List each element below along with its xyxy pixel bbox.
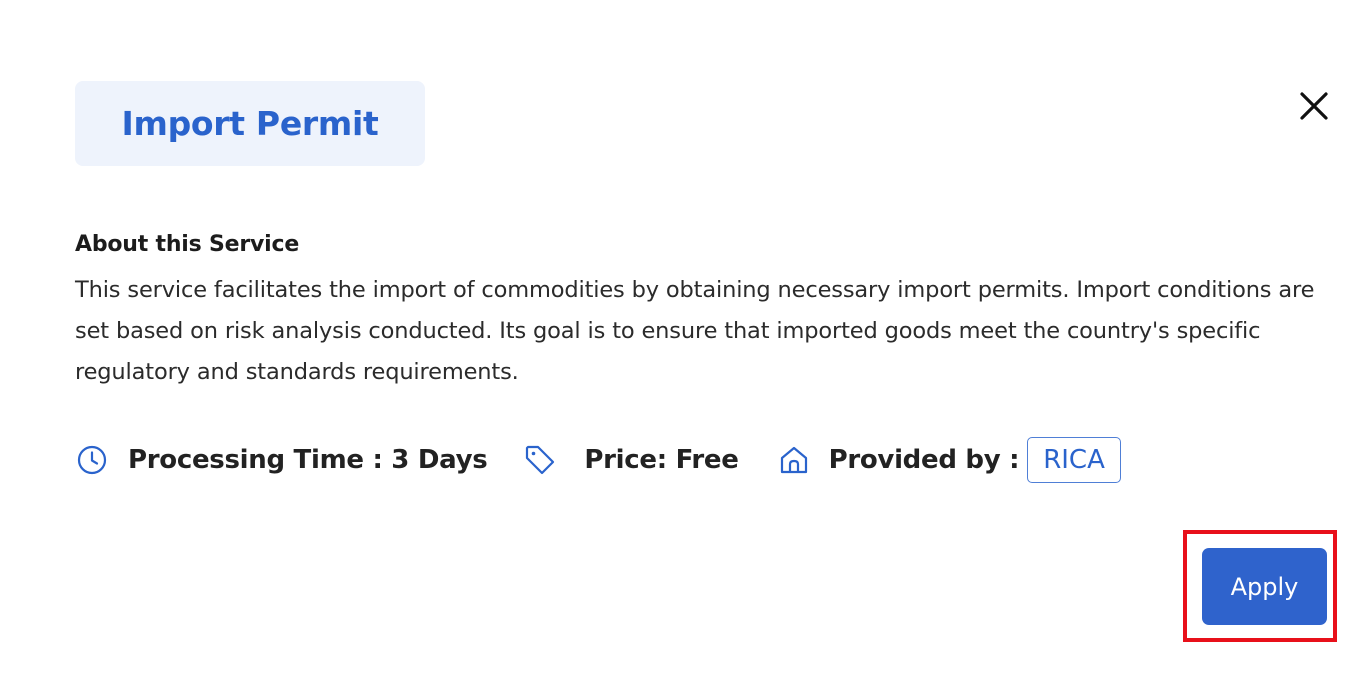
- clock-icon: [75, 443, 109, 477]
- provider-badge: RICA: [1027, 437, 1121, 483]
- price-label: Price: Free: [584, 445, 739, 475]
- apply-button[interactable]: Apply: [1202, 548, 1327, 625]
- service-title-chip: Import Permit: [75, 81, 425, 166]
- about-heading: About this Service: [75, 232, 300, 257]
- home-icon: [777, 443, 811, 477]
- service-meta-row: Processing Time : 3 Days Price: Free Pro…: [75, 436, 1121, 484]
- provider-item: Provided by : RICA: [777, 437, 1121, 483]
- close-button[interactable]: [1292, 84, 1336, 128]
- service-title: Import Permit: [121, 104, 379, 143]
- service-details-modal: Import Permit About this Service This se…: [0, 0, 1372, 689]
- about-description: This service facilitates the import of c…: [75, 277, 1315, 385]
- close-icon: [1300, 92, 1328, 120]
- price-item: Price: Free: [523, 443, 739, 477]
- processing-time-item: Processing Time : 3 Days: [75, 443, 488, 477]
- provided-by-label: Provided by :: [828, 445, 1020, 475]
- processing-time-label: Processing Time : 3 Days: [128, 445, 488, 475]
- price-tag-icon: [523, 443, 557, 477]
